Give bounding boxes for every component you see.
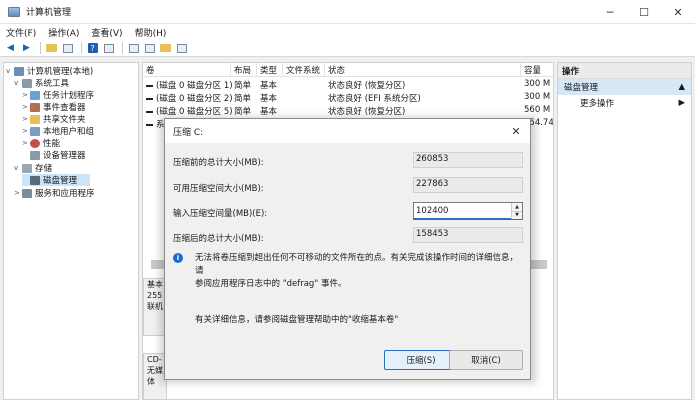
maximize-button[interactable]: ☐ bbox=[627, 0, 661, 24]
volume-icon bbox=[146, 84, 153, 87]
after-size-value: 158453 bbox=[413, 227, 523, 243]
window-controls: ─ ☐ ✕ bbox=[593, 0, 695, 24]
column-header-capacity[interactable]: 容量 bbox=[521, 63, 553, 77]
tree-item-event-viewer[interactable]: > 事件查看器 bbox=[22, 101, 86, 113]
expand-icon[interactable]: v bbox=[14, 79, 22, 87]
actions-pane: 操作 磁盘管理 ▲ 更多操作 ▶ bbox=[557, 62, 692, 400]
tree-item-system-tools[interactable]: v 系统工具 bbox=[14, 77, 69, 89]
minimize-button[interactable]: ─ bbox=[593, 0, 627, 24]
storage-icon bbox=[22, 163, 32, 173]
title-bar: 计算机管理 ─ ☐ ✕ bbox=[0, 0, 695, 24]
more-actions-item[interactable]: 更多操作 ▶ bbox=[558, 95, 691, 110]
column-header-type[interactable]: 类型 bbox=[257, 63, 283, 77]
navigation-tree: v 计算机管理(本地) v 系统工具 > 任务计划程序 > 事件查看器 > 共享… bbox=[3, 62, 139, 400]
expand-icon[interactable]: > bbox=[22, 139, 30, 147]
menu-action[interactable]: 操作(A) bbox=[48, 26, 79, 39]
toolbar-separator bbox=[122, 42, 123, 54]
shrink-dialog: 压缩 C: ✕ 压缩前的总计大小(MB): 260853 可用压缩空间大小(MB… bbox=[164, 118, 531, 380]
column-header-filesystem[interactable]: 文件系统 bbox=[283, 63, 325, 77]
clock-icon bbox=[30, 90, 40, 100]
collapse-icon[interactable]: ▲ bbox=[678, 82, 685, 92]
forward-icon[interactable]: ▶ bbox=[20, 42, 33, 54]
spin-up-icon[interactable]: ▲ bbox=[511, 203, 522, 212]
help-icon[interactable]: ? bbox=[86, 42, 99, 54]
tree-item-storage[interactable]: v 存储 bbox=[14, 162, 52, 174]
folder-icon bbox=[30, 114, 40, 124]
properties-icon[interactable] bbox=[102, 42, 115, 54]
dialog-title: 压缩 C: bbox=[173, 127, 204, 138]
toolbar-separator bbox=[40, 42, 41, 54]
show-tree-icon[interactable] bbox=[61, 42, 74, 54]
spin-down-icon[interactable]: ▼ bbox=[511, 211, 522, 219]
search-icon[interactable] bbox=[159, 42, 172, 54]
expand-icon[interactable]: > bbox=[22, 91, 30, 99]
dialog-close-icon[interactable]: ✕ bbox=[508, 123, 524, 139]
services-icon bbox=[22, 188, 32, 198]
total-size-value: 260853 bbox=[413, 152, 523, 168]
close-button[interactable]: ✕ bbox=[661, 0, 695, 24]
users-icon bbox=[30, 126, 40, 136]
menu-file[interactable]: 文件(F) bbox=[6, 26, 36, 39]
table-row[interactable]: (磁盘 0 磁盘分区 5) 简单 基本 状态良好 (恢复分区) 560 M bbox=[143, 104, 553, 117]
info-message: 无法将卷压缩到超出任何不可移动的文件所在的点。有关完成该操作时间的详细信息，请 … bbox=[195, 253, 519, 289]
help-reference-text: 有关详细信息，请参阅磁盘管理帮助中的"收缩基本卷" bbox=[195, 315, 399, 325]
tree-item-root[interactable]: v 计算机管理(本地) bbox=[6, 65, 93, 77]
tree-item-local-users[interactable]: > 本地用户和组 bbox=[22, 125, 94, 137]
shrink-amount-label: 输入压缩空间量(MB)(E): bbox=[173, 209, 268, 219]
tree-item-services[interactable]: > 服务和应用程序 bbox=[14, 187, 95, 199]
computer-icon bbox=[14, 66, 24, 76]
tree-item-performance[interactable]: > 性能 bbox=[22, 137, 60, 149]
volume-icon bbox=[146, 110, 153, 113]
column-header-volume[interactable]: 卷 bbox=[143, 63, 231, 77]
table-row[interactable]: (磁盘 0 磁盘分区 2) 简单 基本 状态良好 (EFI 系统分区) 300 … bbox=[143, 91, 553, 104]
column-header-status[interactable]: 状态 bbox=[325, 63, 521, 77]
expand-icon[interactable]: > bbox=[22, 103, 30, 111]
column-header-layout[interactable]: 布局 bbox=[231, 63, 257, 77]
shrink-amount-input[interactable]: 102400 bbox=[413, 202, 523, 220]
volume-icon bbox=[146, 97, 153, 100]
expand-icon[interactable]: > bbox=[22, 127, 30, 135]
view-icon[interactable] bbox=[175, 42, 188, 54]
tree-item-task-scheduler[interactable]: > 任务计划程序 bbox=[22, 89, 94, 101]
dialog-title-bar: 压缩 C: bbox=[165, 119, 530, 143]
connect-icon[interactable] bbox=[127, 42, 140, 54]
tools-icon bbox=[22, 78, 32, 88]
up-folder-icon[interactable] bbox=[45, 42, 58, 54]
expand-icon[interactable]: v bbox=[6, 67, 14, 75]
actions-header: 操作 bbox=[558, 63, 691, 79]
window-title: 计算机管理 bbox=[26, 8, 72, 18]
menu-view[interactable]: 查看(V) bbox=[91, 26, 122, 39]
available-size-label: 可用压缩空间大小(MB): bbox=[173, 184, 264, 194]
expand-icon[interactable]: > bbox=[14, 189, 22, 197]
table-row[interactable]: (磁盘 0 磁盘分区 1) 简单 基本 状态良好 (恢复分区) 300 M bbox=[143, 78, 553, 91]
back-icon[interactable]: ◀ bbox=[4, 42, 17, 54]
expand-icon[interactable]: v bbox=[14, 164, 22, 172]
after-size-label: 压缩后的总计大小(MB): bbox=[173, 234, 264, 244]
cancel-button[interactable]: 取消(C) bbox=[449, 350, 523, 370]
tree-item-disk-management[interactable]: 磁盘管理 bbox=[22, 174, 90, 186]
chevron-right-icon: ▶ bbox=[678, 97, 685, 108]
total-size-label: 压缩前的总计大小(MB): bbox=[173, 158, 264, 168]
actions-section-disk-management[interactable]: 磁盘管理 ▲ bbox=[558, 79, 691, 95]
tree-item-shared-folders[interactable]: > 共享文件夹 bbox=[22, 113, 86, 125]
device-icon bbox=[30, 150, 40, 160]
shrink-button[interactable]: 压缩(S) bbox=[384, 350, 458, 370]
toolbar: ◀ ▶ ? bbox=[0, 40, 695, 57]
shrink-amount-stepper[interactable]: ▲ ▼ bbox=[511, 203, 522, 219]
info-icon: i bbox=[173, 253, 183, 263]
volume-icon bbox=[146, 123, 153, 126]
check-icon[interactable] bbox=[143, 42, 156, 54]
event-icon bbox=[30, 102, 40, 112]
menu-bar: 文件(F) 操作(A) 查看(V) 帮助(H) bbox=[0, 24, 695, 40]
menu-help[interactable]: 帮助(H) bbox=[135, 26, 167, 39]
toolbar-separator bbox=[81, 42, 82, 54]
tree-item-device-manager[interactable]: 设备管理器 bbox=[22, 149, 86, 161]
available-size-value: 227863 bbox=[413, 177, 523, 193]
disk-icon bbox=[30, 175, 40, 185]
performance-icon bbox=[30, 138, 40, 148]
computer-management-icon bbox=[8, 6, 20, 17]
expand-icon[interactable]: > bbox=[22, 115, 30, 123]
